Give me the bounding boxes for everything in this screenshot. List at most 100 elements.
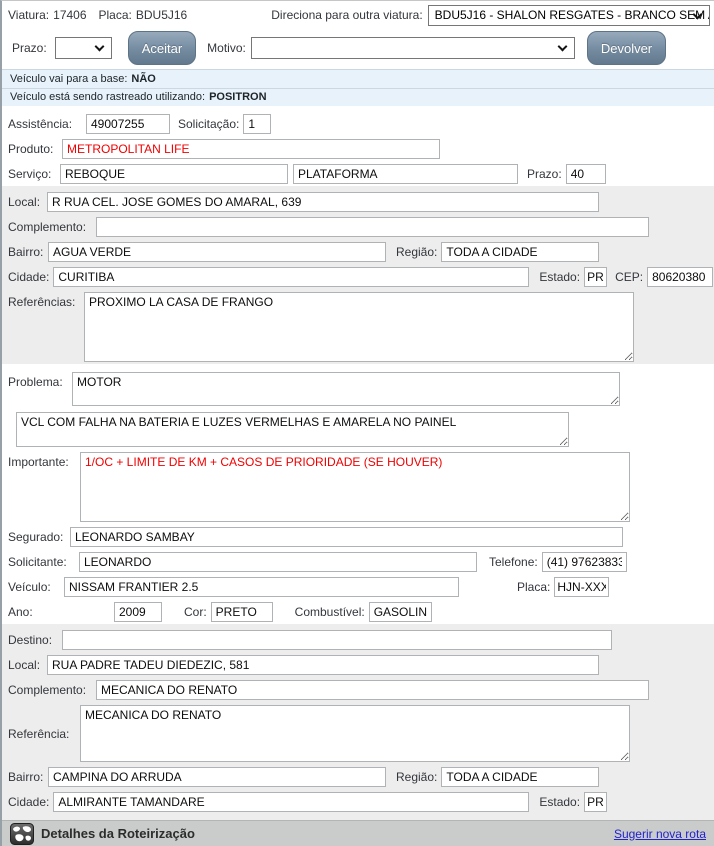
servico-row: Serviço: Prazo: (2, 164, 714, 184)
placa-veiculo-input[interactable] (554, 577, 609, 597)
problem-section: Problema: MOTOR VCL COM FALHA NA BATERIA… (2, 364, 714, 624)
prazo-label: Prazo: (527, 167, 562, 181)
importante-row: Importante: 1/OC + LIMITE DE KM + CASOS … (2, 452, 714, 522)
segurado-row: Segurado: (2, 527, 714, 547)
dest-local-label: Local: (8, 658, 43, 672)
dest-complemento-label: Complemento: (8, 683, 92, 697)
combustivel-input[interactable] (369, 602, 432, 622)
solicitacao-label: Solicitação: (178, 117, 239, 131)
origin-referencias-textarea[interactable]: PROXIMO LA CASA DE FRANGO (84, 292, 634, 362)
assistencia-input[interactable] (86, 114, 170, 134)
solicitante-input[interactable] (79, 552, 477, 572)
veiculo-row: Veículo: Placa: (2, 577, 714, 597)
base-status-label: Veículo vai para a base: (10, 73, 127, 85)
origin-complemento-input[interactable] (96, 217, 649, 237)
prazo-select[interactable] (55, 37, 112, 59)
tracking-status-label: Veículo está sendo rastreado utilizando: (10, 91, 205, 103)
cidade-label: Cidade: (8, 270, 49, 284)
dest-referencia-label: Referência: (8, 727, 76, 741)
origin-referencias-row: Referências: PROXIMO LA CASA DE FRANGO (2, 292, 714, 362)
dest-regiao-input[interactable] (441, 767, 599, 787)
origin-cep-input[interactable] (647, 267, 713, 287)
combustivel-label: Combustível: (295, 605, 365, 619)
suggest-new-route-link[interactable]: Sugerir nova rota (614, 827, 706, 841)
solicitante-row: Solicitante: Telefone: (2, 552, 714, 572)
destino-label: Destino: (8, 633, 58, 647)
regiao-label: Região: (396, 245, 437, 259)
dest-bairro-label: Bairro: (8, 770, 44, 784)
origin-estado-input[interactable] (584, 267, 607, 287)
servico-label: Serviço: (8, 167, 56, 181)
ano-cor-combustivel-row: Ano: Cor: Combustível: (2, 602, 714, 622)
dest-bairro-input[interactable] (48, 767, 386, 787)
problem-description-row: VCL COM FALHA NA BATERIA E LUZES VERMELH… (2, 412, 714, 447)
dest-referencia-row: Referência: MECANICA DO RENATO (2, 705, 714, 762)
dest-complemento-row: Complemento: (2, 680, 714, 700)
dest-cidade-input[interactable] (53, 792, 529, 812)
assistencia-label: Assistência: (8, 117, 82, 131)
action-row: Prazo: Aceitar Motivo: Devolver (8, 27, 710, 69)
veiculo-input[interactable] (64, 577, 459, 597)
origin-cidade-input[interactable] (53, 267, 529, 287)
produto-label: Produto: (8, 142, 58, 156)
dest-regiao-label: Região: (396, 770, 437, 784)
origin-local-row: Local: (2, 192, 714, 212)
dispatch-form-panel: Viatura: 17406 Placa: BDU5J16 Direciona … (0, 0, 714, 846)
direciona-select-value: BDU5J16 - SHALON RESGATES - BRANCO SEM A… (435, 8, 710, 22)
importante-label: Importante: (8, 452, 76, 469)
problema-textarea[interactable]: MOTOR (72, 372, 620, 406)
referencias-label: Referências: (8, 292, 80, 309)
origin-cidade-row: Cidade: Estado: CEP: (2, 267, 714, 287)
destino-input[interactable] (62, 630, 612, 650)
chevron-down-icon (557, 42, 567, 52)
placa-veiculo-label: Placa: (517, 580, 550, 594)
aceitar-button[interactable]: Aceitar (128, 31, 196, 65)
segurado-input[interactable] (70, 527, 623, 547)
routing-details-title: Detalhes da Roteirização (41, 826, 195, 841)
ano-label: Ano: (8, 605, 110, 619)
status-bar-base: Veículo vai para a base: NÃO (2, 69, 714, 88)
dest-referencia-textarea[interactable]: MECANICA DO RENATO (80, 705, 630, 762)
direciona-label: Direciona para outra viatura: (271, 8, 422, 22)
chevron-down-icon (94, 42, 104, 52)
cor-label: Cor: (184, 605, 207, 619)
produto-row: Produto: (2, 139, 714, 159)
dest-estado-label: Estado: (539, 795, 580, 809)
cor-input[interactable] (211, 602, 273, 622)
origin-section: Local: Complemento: Bairro: Região: Cida… (2, 186, 714, 364)
motivo-select-label: Motivo: (207, 41, 246, 55)
produto-input[interactable] (62, 139, 440, 159)
servico-tipo-input[interactable] (60, 164, 288, 184)
dest-local-input[interactable] (47, 655, 599, 675)
ano-input[interactable] (114, 602, 162, 622)
telefone-input[interactable] (542, 552, 627, 572)
problem-description-textarea[interactable]: VCL COM FALHA NA BATERIA E LUZES VERMELH… (16, 412, 569, 447)
origin-regiao-input[interactable] (441, 242, 599, 262)
prazo-select-label: Prazo: (12, 41, 47, 55)
dest-complemento-input[interactable] (96, 680, 649, 700)
solicitante-label: Solicitante: (8, 555, 75, 569)
solicitacao-input[interactable] (243, 114, 271, 134)
origin-local-input[interactable] (47, 192, 599, 212)
dest-bairro-row: Bairro: Região: (2, 767, 714, 787)
dest-estado-input[interactable] (584, 792, 607, 812)
devolver-button[interactable]: Devolver (587, 31, 666, 65)
assistencia-row: Assistência: Solicitação: (2, 114, 714, 134)
motivo-select[interactable] (251, 37, 575, 59)
servico-modalidade-input[interactable] (293, 164, 518, 184)
direciona-select[interactable]: BDU5J16 - SHALON RESGATES - BRANCO SEM A… (428, 5, 710, 26)
estado-label: Estado: (539, 270, 580, 284)
veiculo-label: Veículo: (8, 580, 60, 594)
cep-label: CEP: (615, 270, 643, 284)
origin-bairro-input[interactable] (48, 242, 386, 262)
origin-bairro-row: Bairro: Região: (2, 242, 714, 262)
bairro-label: Bairro: (8, 245, 44, 259)
header: Viatura: 17406 Placa: BDU5J16 Direciona … (2, 1, 714, 69)
status-bar-tracking: Veículo está sendo rastreado utilizando:… (2, 88, 714, 107)
problema-label: Problema: (8, 372, 68, 389)
local-label: Local: (8, 195, 43, 209)
problema-row: Problema: MOTOR (2, 372, 714, 406)
importante-textarea[interactable]: 1/OC + LIMITE DE KM + CASOS DE PRIORIDAD… (80, 452, 630, 522)
dest-cidade-label: Cidade: (8, 795, 49, 809)
prazo-input[interactable] (566, 164, 606, 184)
